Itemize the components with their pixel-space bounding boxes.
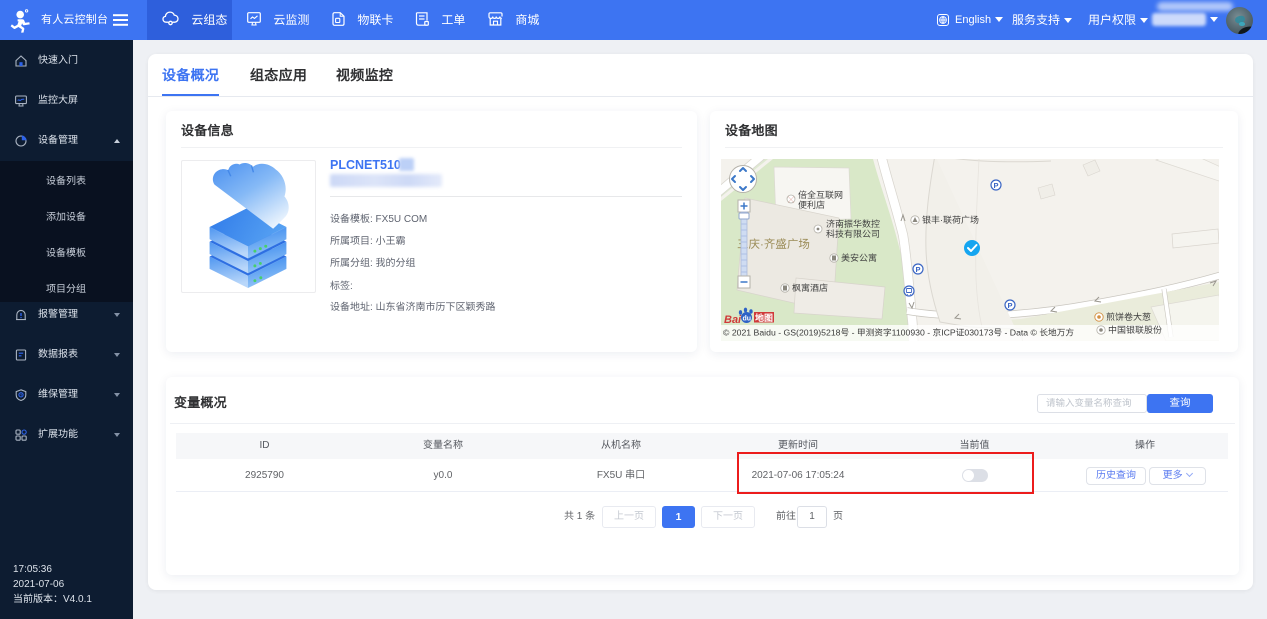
svg-text:╳: ╳ xyxy=(788,196,794,204)
svg-text:济南振华数控: 济南振华数控 xyxy=(826,219,880,229)
svg-text:煎饼卷大葱: 煎饼卷大葱 xyxy=(1106,312,1151,322)
svg-text:地图: 地图 xyxy=(755,313,773,323)
svg-text:P: P xyxy=(1007,301,1012,310)
svg-text:便利店: 便利店 xyxy=(798,200,825,210)
svg-text:du: du xyxy=(743,316,752,323)
svg-text:© 2021 Baidu - GS(2019)5218号 -: © 2021 Baidu - GS(2019)5218号 - 甲测资字11009… xyxy=(723,328,1074,338)
svg-text:P: P xyxy=(915,265,920,274)
svg-text:倍全互联网: 倍全互联网 xyxy=(798,190,843,200)
svg-text:科技有限公司: 科技有限公司 xyxy=(826,229,880,239)
svg-text:银丰·联荷广场: 银丰·联荷广场 xyxy=(922,215,979,225)
svg-text:枫寓酒店: 枫寓酒店 xyxy=(792,283,828,293)
svg-text:美安公寓: 美安公寓 xyxy=(841,253,877,263)
svg-text:中国银联股份: 中国银联股份 xyxy=(1108,325,1162,335)
svg-text:三庆·齐盛广场: 三庆·齐盛广场 xyxy=(737,238,810,251)
svg-text:Bai: Bai xyxy=(724,314,742,326)
svg-text:P: P xyxy=(993,181,998,190)
